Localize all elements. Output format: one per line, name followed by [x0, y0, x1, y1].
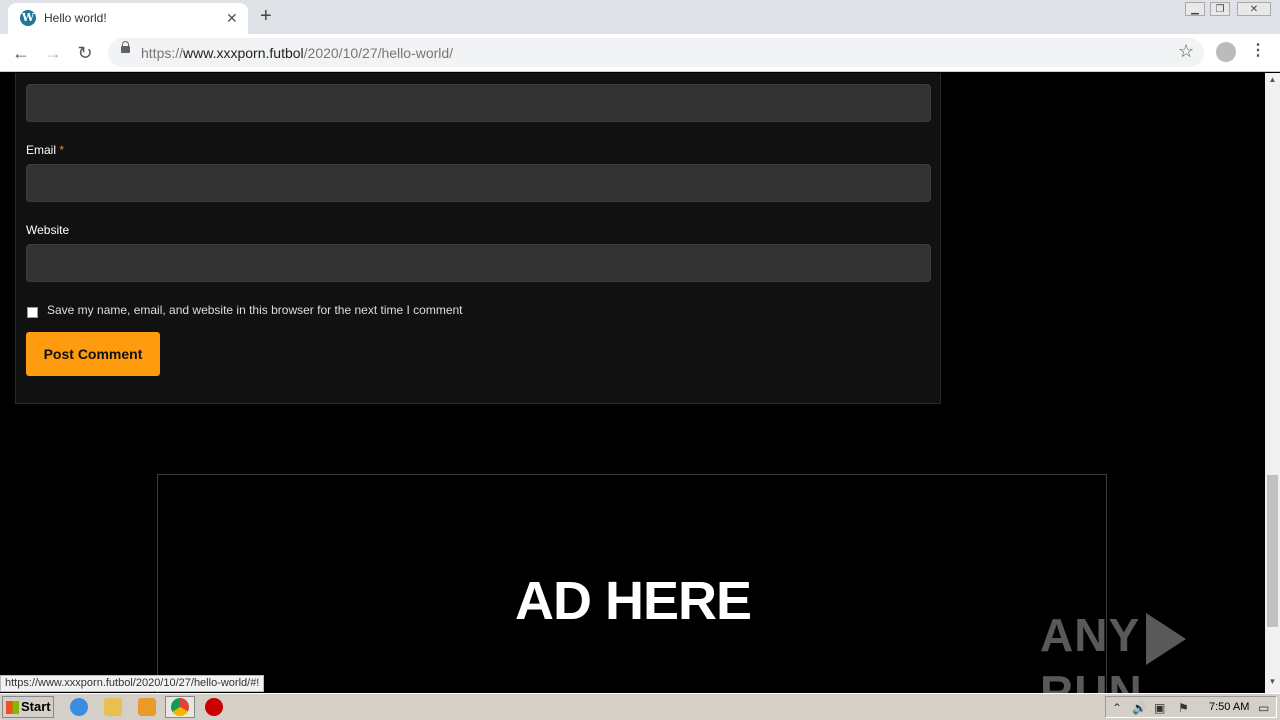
reload-icon[interactable]: ↻ [72, 40, 98, 66]
scroll-down-icon[interactable]: ▼ [1265, 677, 1280, 686]
browser-tab[interactable]: W Hello world! ✕ [8, 3, 248, 34]
url-scheme: https:// [141, 45, 184, 61]
forward-icon[interactable]: → [40, 40, 66, 66]
network-icon[interactable]: ▣ [1154, 701, 1165, 715]
name-field[interactable] [26, 84, 931, 122]
menu-icon[interactable]: ⋮ [1250, 40, 1266, 60]
minimize-icon[interactable]: ▁ [1185, 2, 1205, 16]
start-button[interactable]: Start [2, 696, 54, 718]
scroll-thumb[interactable] [1267, 475, 1278, 627]
status-url-bubble: https://www.xxxporn.futbol/2020/10/27/he… [0, 675, 265, 692]
email-label: Email * [26, 143, 64, 157]
wordpress-icon: W [20, 10, 36, 26]
start-label: Start [21, 699, 51, 714]
restore-icon[interactable]: ❐ [1210, 2, 1230, 16]
email-field[interactable] [26, 164, 931, 202]
tab-bar: W Hello world! ✕ + ▁ ❐ ✕ [0, 0, 1280, 34]
comment-form: Email * Website Save my name, email, and… [15, 73, 941, 404]
tray-expand-icon[interactable]: ⌃ [1112, 701, 1122, 715]
url-host: www.xxxporn.futbol [183, 45, 304, 61]
page-scrollbar[interactable]: ▲ ▼ [1265, 73, 1280, 693]
tab-title: Hello world! [44, 11, 107, 25]
post-comment-button[interactable]: Post Comment [26, 332, 160, 376]
media-player-icon[interactable] [138, 698, 156, 716]
chrome-icon [171, 698, 189, 716]
url-text[interactable]: https://www.xxxporn.futbol/2020/10/27/he… [141, 45, 453, 61]
opera-icon[interactable] [205, 698, 223, 716]
address-bar[interactable]: https://www.xxxporn.futbol/2020/10/27/he… [108, 38, 1204, 67]
watermark-left: ANY [1040, 609, 1141, 661]
scroll-up-icon[interactable]: ▲ [1265, 75, 1280, 84]
tab-close-icon[interactable]: ✕ [226, 9, 238, 27]
page-viewport: Email * Website Save my name, email, and… [0, 73, 1265, 693]
website-field[interactable] [26, 244, 931, 282]
action-center-flag-icon[interactable]: ⚑ [1178, 701, 1189, 715]
save-info-label: Save my name, email, and website in this… [47, 303, 463, 317]
internet-explorer-icon[interactable] [70, 698, 88, 716]
email-label-text: Email [26, 143, 57, 157]
clock[interactable]: 7:50 AM [1209, 701, 1249, 713]
website-label: Website [26, 223, 70, 237]
save-info-checkbox[interactable] [27, 307, 38, 318]
anyrun-watermark: ANY RUN [1040, 608, 1265, 693]
chrome-taskbar-button[interactable] [165, 696, 195, 718]
bookmark-star-icon[interactable]: ☆ [1178, 41, 1194, 62]
new-tab-icon[interactable]: + [260, 6, 272, 26]
folder-icon[interactable] [104, 698, 122, 716]
windows-logo-icon [6, 701, 19, 714]
system-tray: ⌃ 🔊 ▣ ⚑ 7:50 AM ▭ [1105, 696, 1277, 718]
url-path: /2020/10/27/hello-world/ [303, 45, 454, 61]
ad-text: AD HERE [514, 571, 752, 631]
browser-toolbar: ← → ↻ https://www.xxxporn.futbol/2020/10… [0, 34, 1280, 72]
required-mark: * [59, 143, 65, 157]
show-desktop-icon[interactable]: ▭ [1258, 701, 1269, 715]
volume-icon[interactable]: 🔊 [1132, 701, 1147, 715]
ad-banner[interactable]: AD HERE [157, 474, 1107, 693]
watermark-right: RUN [1040, 665, 1143, 693]
play-icon [1146, 612, 1187, 665]
lock-icon [121, 41, 130, 53]
window-close-icon[interactable]: ✕ [1237, 2, 1271, 16]
back-icon[interactable]: ← [8, 40, 34, 66]
profile-avatar-icon[interactable] [1216, 42, 1236, 62]
taskbar: Start ⌃ 🔊 ▣ ⚑ 7:50 AM ▭ [0, 693, 1280, 720]
